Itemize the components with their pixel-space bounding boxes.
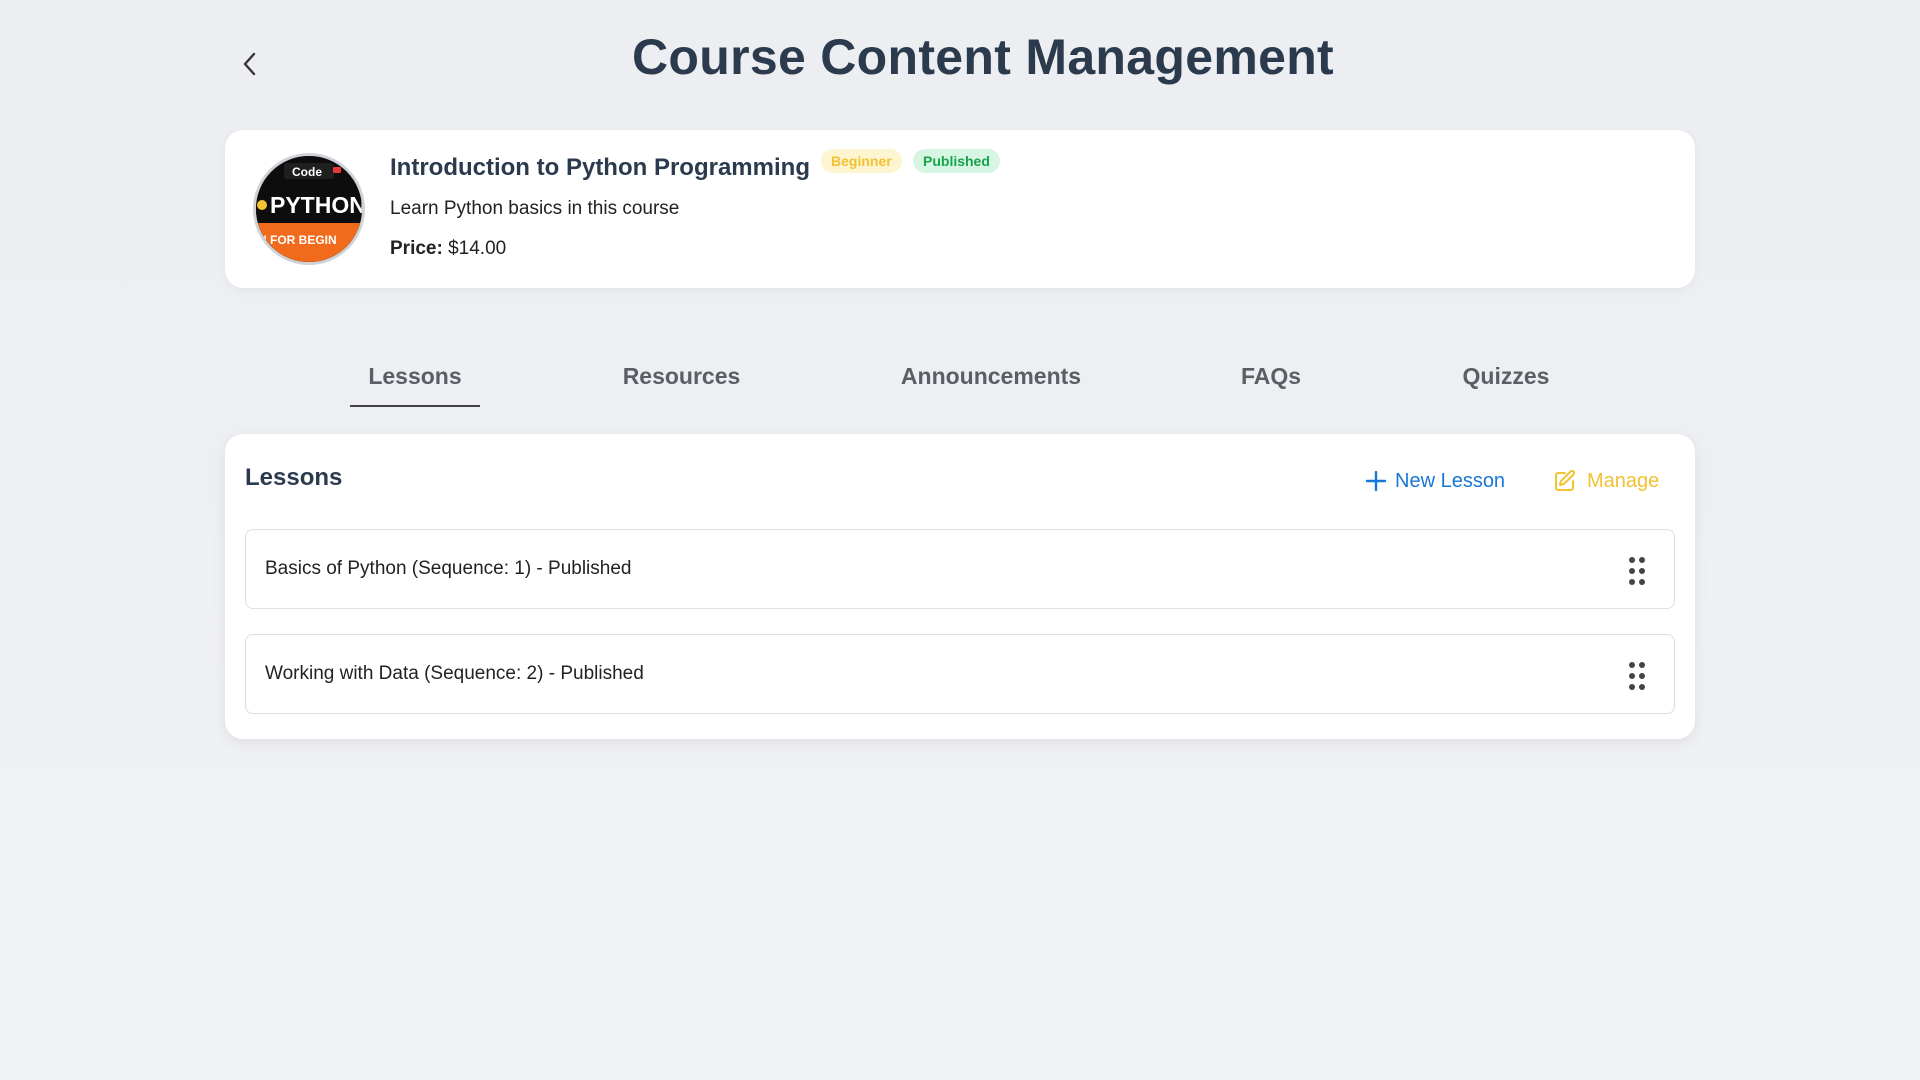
tab-resources[interactable]: Resources (609, 355, 754, 407)
thumbnail-banner-text: N FOR BEGIN (258, 233, 337, 247)
lesson-label: Basics of Python (Sequence: 1) - Publish… (265, 558, 632, 579)
lesson-row[interactable]: Working with Data (Sequence: 2) - Publis… (245, 634, 1675, 714)
edit-icon (1555, 469, 1576, 491)
plus-icon (1365, 470, 1387, 492)
level-badge: Beginner (821, 149, 902, 173)
lessons-panel: Lessons New Lesson Manage Basics of Pyth… (225, 434, 1695, 739)
price-value: $14.00 (448, 238, 507, 259)
lesson-row[interactable]: Basics of Python (Sequence: 1) - Publish… (245, 529, 1675, 609)
status-badge: Published (913, 149, 1000, 173)
tab-quizzes[interactable]: Quizzes (1451, 355, 1561, 407)
tab-faqs[interactable]: FAQs (1226, 355, 1316, 407)
course-title: Introduction to Python Programming (390, 154, 810, 181)
lesson-label: Working with Data (Sequence: 2) - Publis… (265, 663, 644, 684)
drag-handle-icon[interactable] (1628, 661, 1646, 691)
course-thumbnail: Code PYTHON N FOR BEGIN (253, 153, 365, 265)
tab-announcements[interactable]: Announcements (886, 355, 1096, 407)
manage-button[interactable]: Manage (1553, 466, 1659, 496)
section-title: Lessons (245, 464, 343, 491)
tab-lessons[interactable]: Lessons (350, 355, 480, 407)
course-summary-card: Code PYTHON N FOR BEGIN Introduction to … (225, 130, 1695, 288)
content-tabs: Lessons Resources Announcements FAQs Qui… (0, 355, 1920, 407)
drag-handle-icon[interactable] (1628, 556, 1646, 586)
lower-background (0, 769, 1920, 1080)
new-lesson-button[interactable]: New Lesson (1365, 466, 1505, 496)
thumbnail-brand-text: Code (292, 165, 322, 179)
thumbnail-headline-text: PYTHON (270, 192, 362, 218)
course-thumbnail-art: Code PYTHON N FOR BEGIN (256, 156, 362, 262)
manage-label: Manage (1587, 469, 1660, 492)
new-lesson-label: New Lesson (1395, 469, 1506, 492)
page-title: Course Content Management (631, 29, 1334, 85)
price-label: Price: (390, 238, 443, 259)
course-description: Learn Python basics in this course (390, 198, 680, 219)
course-price: Price: $14.00 (390, 238, 506, 260)
